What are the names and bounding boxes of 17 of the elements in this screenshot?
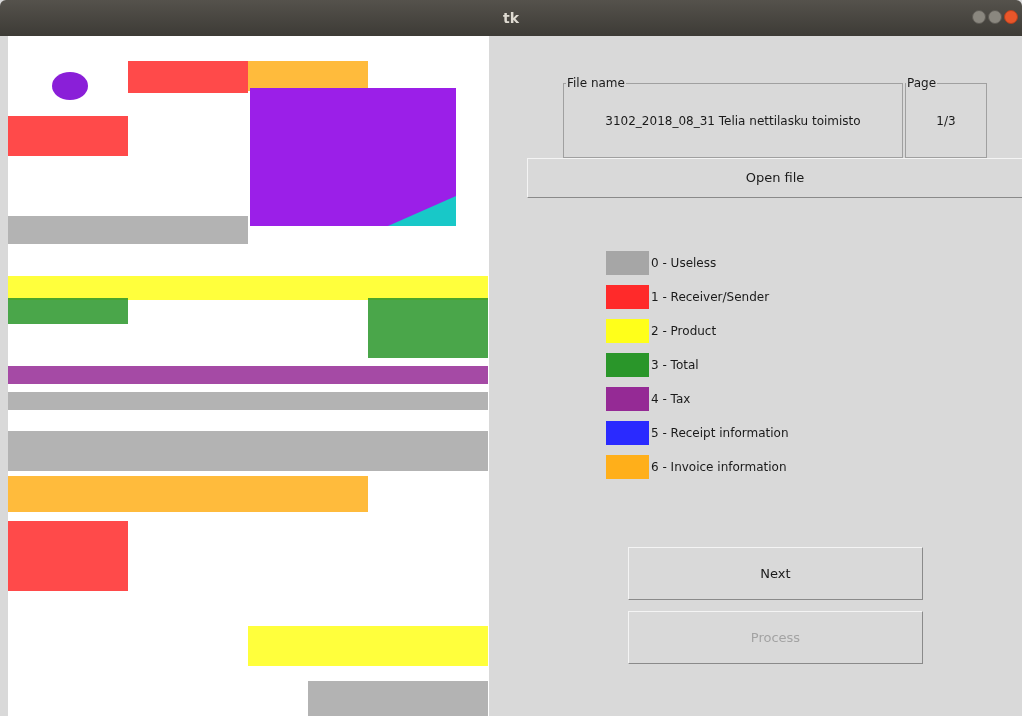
- next-button[interactable]: Next: [628, 547, 923, 600]
- page-number: 1/3: [936, 112, 956, 130]
- legend-label: 0 - Useless: [651, 255, 717, 272]
- close-icon[interactable]: [1004, 10, 1018, 24]
- window-title: tk: [503, 8, 519, 28]
- maximize-icon[interactable]: [988, 10, 1002, 24]
- legend-label: 6 - Invoice information: [651, 459, 787, 476]
- legend-label: 5 - Receipt information: [651, 425, 789, 442]
- open-file-button[interactable]: Open file: [527, 158, 1022, 198]
- legend-label: 1 - Receiver/Sender: [651, 289, 770, 306]
- frame-label: Page: [906, 75, 938, 92]
- legend-label: 3 - Total: [651, 357, 699, 374]
- file-name-text: 3102_2018_08_31 Telia nettilasku toimisto: [605, 112, 861, 130]
- frame-label: File name: [566, 75, 626, 92]
- legend-label: 2 - Product: [651, 323, 717, 340]
- minimize-icon[interactable]: [972, 10, 986, 24]
- legend-label: 4 - Tax: [651, 391, 691, 408]
